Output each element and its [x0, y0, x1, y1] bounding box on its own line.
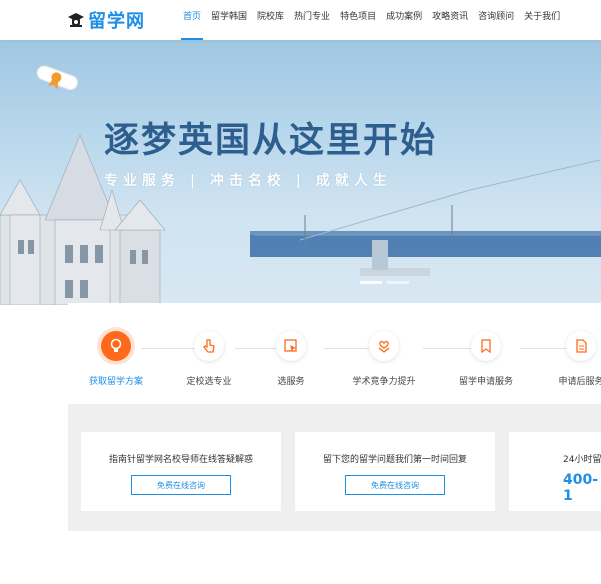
free-consult-button[interactable]: 免费在线咨询	[131, 475, 231, 495]
nav-consultants[interactable]: 咨询顾问	[473, 0, 519, 40]
site-header: 留学网 首页 留学韩国 院校库 热门专业 特色项目 成功案例 攻略资讯 咨询顾问…	[0, 0, 601, 40]
nav-success-cases[interactable]: 成功案例	[381, 0, 427, 40]
nav-special-projects[interactable]: 特色项目	[335, 0, 381, 40]
step-label: 获取留学方案	[88, 377, 143, 387]
nav-home[interactable]: 首页	[178, 0, 206, 40]
service-process: 获取留学方案 定校选专业 选服务 学术竞争力提升 留学申请服务 申请后服务	[68, 303, 601, 403]
carousel-dot[interactable]	[360, 281, 382, 284]
site-logo[interactable]: 留学网	[68, 8, 145, 32]
graduate-cap-icon	[68, 13, 84, 27]
nav-study-korea[interactable]: 留学韩国	[206, 0, 252, 40]
banner-subtitle: 专业服务 | 冲击名校 | 成就人生	[104, 173, 392, 189]
nav-about-us[interactable]: 关于我们	[519, 0, 565, 40]
consult-card-question: 留下您的留学问题我们第一时间回复 免费在线咨询	[295, 432, 495, 511]
step-application-service[interactable]: 留学申请服务	[446, 331, 526, 387]
step-label: 申请后服务	[558, 377, 601, 387]
main-nav: 首页 留学韩国 院校库 热门专业 特色项目 成功案例 攻略资讯 咨询顾问 关于我…	[178, 0, 565, 40]
card-text: 留下您的留学问题我们第一时间回复	[322, 455, 467, 465]
hero-banner[interactable]: 逐梦英国从这里开始 专业服务 | 冲击名校 | 成就人生	[0, 40, 601, 305]
nav-popular-majors[interactable]: 热门专业	[289, 0, 335, 40]
step-choose-school[interactable]: 定校选专业	[169, 331, 249, 387]
banner-title: 逐梦英国从这里开始	[104, 121, 438, 161]
lightbulb-icon	[110, 338, 122, 352]
logo-text: 留学网	[88, 11, 145, 32]
card-text: 24小时留	[563, 455, 601, 465]
step-select-service[interactable]: 选服务	[251, 331, 331, 387]
card-text: 指南针留学网名校导师在线答疑解惑	[108, 455, 253, 465]
nav-school-library[interactable]: 院校库	[252, 0, 289, 40]
nav-guides-news[interactable]: 攻略资讯	[427, 0, 473, 40]
consult-card-hotline: 24小时留 400-1	[509, 432, 601, 511]
step-label: 选服务	[277, 377, 305, 387]
consult-card-mentor: 指南针留学网名校导师在线答疑解惑 免费在线咨询	[81, 432, 281, 511]
step-label: 留学申请服务	[458, 377, 513, 387]
step-label: 学术竞争力提升	[352, 377, 416, 387]
bookmark-icon	[481, 339, 491, 354]
step-post-application[interactable]: 申请后服务	[541, 331, 601, 387]
hotline-number[interactable]: 400-1	[509, 472, 601, 504]
carousel-dots	[360, 281, 414, 284]
cursor-box-icon	[284, 339, 297, 352]
step-get-plan[interactable]: 获取留学方案	[76, 331, 156, 387]
hand-pointer-icon	[203, 339, 215, 353]
heart-hands-icon	[378, 340, 390, 353]
carousel-dot[interactable]	[387, 281, 409, 284]
step-label: 定校选专业	[186, 377, 232, 387]
consult-cards: 指南针留学网名校导师在线答疑解惑 免费在线咨询 留下您的留学问题我们第一时间回复…	[68, 404, 601, 531]
step-academic-boost[interactable]: 学术竞争力提升	[344, 331, 424, 387]
document-icon	[576, 339, 587, 353]
free-consult-button[interactable]: 免费在线咨询	[345, 475, 445, 495]
